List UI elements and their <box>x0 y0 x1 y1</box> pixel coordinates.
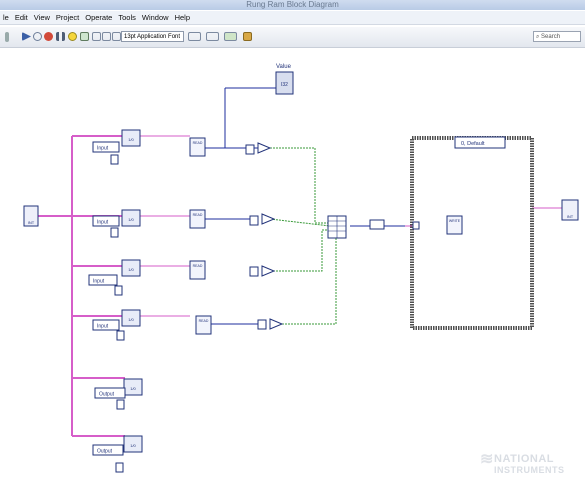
channel-label: 1/0 <box>128 267 134 272</box>
run-continuous-icon[interactable] <box>33 32 42 41</box>
row-6: 1/0 Output <box>92 435 143 473</box>
menu-bar: le Edit View Project Operate Tools Windo… <box>0 11 585 25</box>
read-label: READ <box>199 319 209 323</box>
menu-file[interactable]: le <box>2 11 10 24</box>
menu-project[interactable]: Project <box>55 11 80 24</box>
align-objects-icon[interactable] <box>188 32 201 41</box>
constant-node[interactable] <box>114 285 123 296</box>
device-ref-out-label: INT <box>567 214 574 219</box>
run-arrow-icon[interactable] <box>22 32 31 41</box>
mode-label: Output <box>97 449 113 455</box>
menu-window[interactable]: Window <box>141 11 170 24</box>
data-wires <box>205 87 405 325</box>
read-label: READ <box>193 141 203 145</box>
row-4: 1/0 Input READ <box>92 309 284 341</box>
highlight-execution-icon[interactable] <box>68 32 77 41</box>
device-ref-label: INT <box>28 220 35 225</box>
cleanup-diagram-icon[interactable] <box>243 32 252 41</box>
constant-node[interactable] <box>116 330 125 341</box>
channel-label: 1/0 <box>128 317 134 322</box>
font-selector[interactable]: 13pt Application Font <box>121 31 184 42</box>
reorder-icon[interactable] <box>224 32 237 41</box>
ni-logo-icon: ≋ <box>480 451 494 468</box>
numeric-constant[interactable] <box>245 144 255 155</box>
boolean-wires <box>269 147 337 325</box>
channel-label: 1/0 <box>128 217 134 222</box>
search-input[interactable]: ⌕ Search <box>533 31 581 42</box>
channel-label: 1/0 <box>130 386 136 391</box>
compare-node[interactable] <box>269 318 284 330</box>
mode-label: Output <box>99 392 115 398</box>
compare-node[interactable] <box>261 265 276 277</box>
window-title: Rung Ram Block Diagram <box>0 0 585 10</box>
menu-view[interactable]: View <box>33 11 51 24</box>
numeric-constant[interactable] <box>249 266 259 277</box>
mode-label: Input <box>93 279 105 285</box>
menu-tools[interactable]: Tools <box>117 11 137 24</box>
mode-label: Input <box>97 146 109 152</box>
value-indicator-label: Value <box>276 64 292 70</box>
case-selector-text: 0, Default <box>461 141 485 147</box>
mode-label: Input <box>97 324 109 330</box>
case-structure[interactable] <box>410 136 534 330</box>
channel-label: 1/0 <box>130 443 136 448</box>
constant-node[interactable] <box>116 399 125 410</box>
compare-node[interactable] <box>257 142 272 154</box>
write-label: WRITE <box>449 219 461 223</box>
channel-label: 1/0 <box>128 137 134 142</box>
constant-node[interactable] <box>115 462 124 473</box>
case-selector-terminal[interactable] <box>412 221 420 230</box>
constant-node[interactable] <box>110 154 119 165</box>
block-diagram[interactable]: 1/0 Input READ 1/0 Input READ 1/0 Input … <box>0 48 585 481</box>
menu-help[interactable]: Help <box>174 11 191 24</box>
pause-icon[interactable] <box>56 32 65 41</box>
toolbar: 13pt Application Font ⌕ Search <box>0 27 585 48</box>
numeric-constant[interactable] <box>257 319 267 330</box>
mode-label: Input <box>97 220 109 226</box>
numeric-constant[interactable] <box>249 215 259 226</box>
compare-node[interactable] <box>261 213 276 225</box>
abort-icon[interactable] <box>44 32 53 41</box>
retain-wire-values-icon[interactable] <box>80 32 89 41</box>
row-5: 1/0 Output <box>94 378 143 410</box>
search-icon: ⌕ <box>536 34 540 40</box>
array-to-number-node[interactable] <box>369 219 385 230</box>
step-into-icon[interactable] <box>92 32 101 41</box>
watermark-line2: INSTRUMENTS <box>494 465 565 475</box>
distribute-objects-icon[interactable] <box>206 32 219 41</box>
step-out-icon[interactable] <box>112 32 121 41</box>
menu-edit[interactable]: Edit <box>14 11 29 24</box>
toolbar-grip-icon <box>5 32 9 42</box>
row-2: 1/0 Input READ <box>92 209 276 238</box>
ni-watermark: ≋ NATIONAL INSTRUMENTS <box>480 451 580 477</box>
constant-node[interactable] <box>110 227 119 238</box>
step-over-icon[interactable] <box>102 32 111 41</box>
menu-operate[interactable]: Operate <box>84 11 113 24</box>
value-indicator-text: I32 <box>281 82 288 88</box>
read-label: READ <box>193 264 203 268</box>
watermark-line1: NATIONAL <box>494 453 555 465</box>
read-label: READ <box>193 213 203 217</box>
